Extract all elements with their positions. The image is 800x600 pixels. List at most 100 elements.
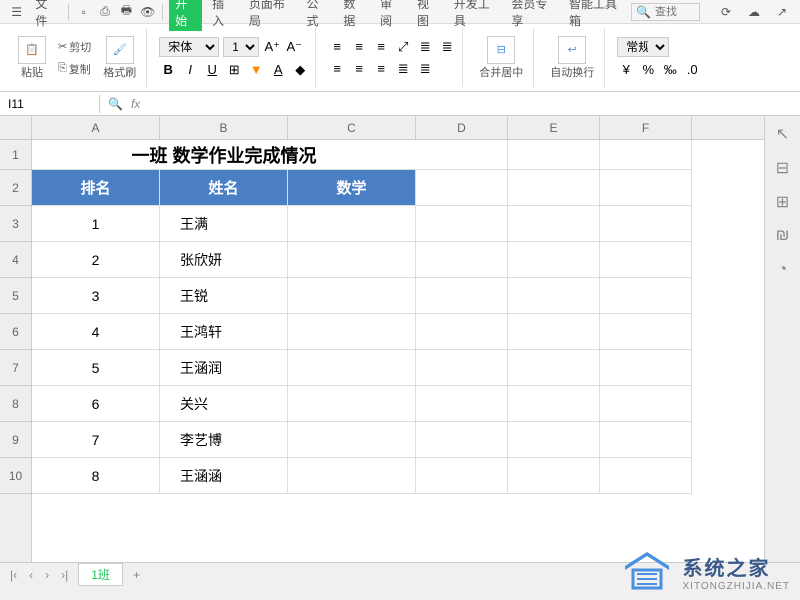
row-header-5[interactable]: 5 [0, 278, 31, 314]
row-header-8[interactable]: 8 [0, 386, 31, 422]
sync-icon[interactable]: ⟳ [716, 2, 736, 22]
cell[interactable] [600, 140, 692, 170]
print-icon[interactable]: 🖶 [118, 2, 135, 22]
save-icon[interactable]: ⎙ [96, 2, 113, 22]
fill-color-icon[interactable]: ▼ [247, 61, 265, 79]
cut-button[interactable]: ✂剪切 [54, 37, 95, 57]
search-function-icon[interactable]: 🔍 [108, 97, 123, 111]
tab-review[interactable]: 审阅 [374, 0, 407, 31]
tab-insert[interactable]: 插入 [206, 0, 239, 31]
copy-button[interactable]: ⎘复制 [54, 59, 95, 79]
row-header-2[interactable]: 2 [0, 170, 31, 206]
highlight-icon[interactable]: ◆ [291, 61, 309, 79]
cell[interactable] [508, 422, 600, 458]
preview-icon[interactable]: 👁 [139, 2, 156, 22]
cell-name[interactable]: 王涵涵 [160, 458, 288, 494]
search-input[interactable] [655, 6, 695, 18]
row-header-6[interactable]: 6 [0, 314, 31, 350]
cell[interactable] [600, 278, 692, 314]
cell[interactable] [508, 386, 600, 422]
cell-name[interactable]: 王涵润 [160, 350, 288, 386]
align-bottom-icon[interactable]: ≡ [372, 38, 390, 56]
cell-rank[interactable]: 8 [32, 458, 160, 494]
fx-label[interactable]: fx [131, 97, 140, 111]
cell-math[interactable] [288, 278, 416, 314]
cell[interactable] [416, 170, 508, 206]
title-cell[interactable]: 一班 数学作业完成情况 [32, 140, 416, 170]
nav-last-icon[interactable]: ›| [59, 568, 70, 582]
cell[interactable] [600, 242, 692, 278]
align-center-icon[interactable]: ≡ [350, 60, 368, 78]
cell[interactable] [600, 350, 692, 386]
cell-name[interactable]: 王满 [160, 206, 288, 242]
col-header-a[interactable]: A [32, 116, 160, 139]
cell[interactable] [416, 314, 508, 350]
increase-font-icon[interactable]: A⁺ [263, 38, 281, 56]
align-left-icon[interactable]: ≡ [328, 60, 346, 78]
export-icon[interactable]: ↗ [772, 2, 792, 22]
properties-icon[interactable]: ⊞ [773, 192, 793, 212]
file-menu[interactable]: 文件 [29, 0, 62, 31]
cell[interactable] [600, 458, 692, 494]
col-header-b[interactable]: B [160, 116, 288, 139]
row-header-3[interactable]: 3 [0, 206, 31, 242]
cell-name[interactable]: 王锐 [160, 278, 288, 314]
new-icon[interactable]: ▫ [75, 2, 92, 22]
orientation-icon[interactable]: ⤢ [394, 38, 412, 56]
format-painter-button[interactable]: 🖌 格式刷 [99, 32, 140, 84]
tab-home[interactable]: 开始 [169, 0, 202, 31]
col-header-f[interactable]: F [600, 116, 692, 139]
col-header-d[interactable]: D [416, 116, 508, 139]
cursor-icon[interactable]: ↖ [773, 124, 793, 144]
justify-icon[interactable]: ≣ [394, 60, 412, 78]
cell-math[interactable] [288, 386, 416, 422]
indent-right-icon[interactable]: ≣ [438, 38, 456, 56]
cell[interactable] [508, 278, 600, 314]
cell-name[interactable]: 王鸿轩 [160, 314, 288, 350]
cell-reference[interactable]: I11 [0, 95, 100, 113]
cell-rank[interactable]: 4 [32, 314, 160, 350]
header-rank[interactable]: 排名 [32, 170, 160, 206]
comma-icon[interactable]: ‰ [661, 61, 679, 79]
cell-math[interactable] [288, 458, 416, 494]
align-middle-icon[interactable]: ≡ [350, 38, 368, 56]
sheet-tab-active[interactable]: 1班 [78, 563, 123, 586]
cell-math[interactable] [288, 242, 416, 278]
cell[interactable] [416, 350, 508, 386]
nav-first-icon[interactable]: |‹ [8, 568, 19, 582]
wrap-button[interactable]: ↩ 自动换行 [546, 32, 598, 84]
decrease-decimal-icon[interactable]: .0 [683, 61, 701, 79]
cell[interactable] [508, 350, 600, 386]
tab-smart-tools[interactable]: 智能工具箱 [563, 0, 627, 31]
align-top-icon[interactable]: ≡ [328, 38, 346, 56]
number-format-select[interactable]: 常规 [617, 37, 669, 57]
cell[interactable] [416, 206, 508, 242]
tab-view[interactable]: 视图 [411, 0, 444, 31]
bold-icon[interactable]: B [159, 61, 177, 79]
search-box[interactable]: 🔍 [631, 3, 700, 21]
align-right-icon[interactable]: ≡ [372, 60, 390, 78]
cell[interactable] [508, 458, 600, 494]
currency-icon[interactable]: ¥ [617, 61, 635, 79]
cell[interactable] [508, 206, 600, 242]
cell-math[interactable] [288, 350, 416, 386]
palette-icon[interactable]: ◔ [773, 260, 793, 280]
cell[interactable] [600, 170, 692, 206]
font-color-icon[interactable]: A [269, 61, 287, 79]
cell[interactable] [508, 314, 600, 350]
cell-rank[interactable]: 6 [32, 386, 160, 422]
cell-name[interactable]: 关兴 [160, 386, 288, 422]
cell-math[interactable] [288, 206, 416, 242]
add-sheet-icon[interactable]: + [131, 568, 142, 582]
cell[interactable] [416, 278, 508, 314]
tab-page-layout[interactable]: 页面布局 [243, 0, 297, 31]
font-size-select[interactable]: 11 [223, 37, 259, 57]
cell-rank[interactable]: 2 [32, 242, 160, 278]
cell-math[interactable] [288, 422, 416, 458]
chart-icon[interactable]: ₪ [773, 226, 793, 246]
indent-left-icon[interactable]: ≣ [416, 38, 434, 56]
italic-icon[interactable]: I [181, 61, 199, 79]
share-icon[interactable]: ☁ [744, 2, 764, 22]
cell[interactable] [600, 314, 692, 350]
tab-formula[interactable]: 公式 [301, 0, 334, 31]
